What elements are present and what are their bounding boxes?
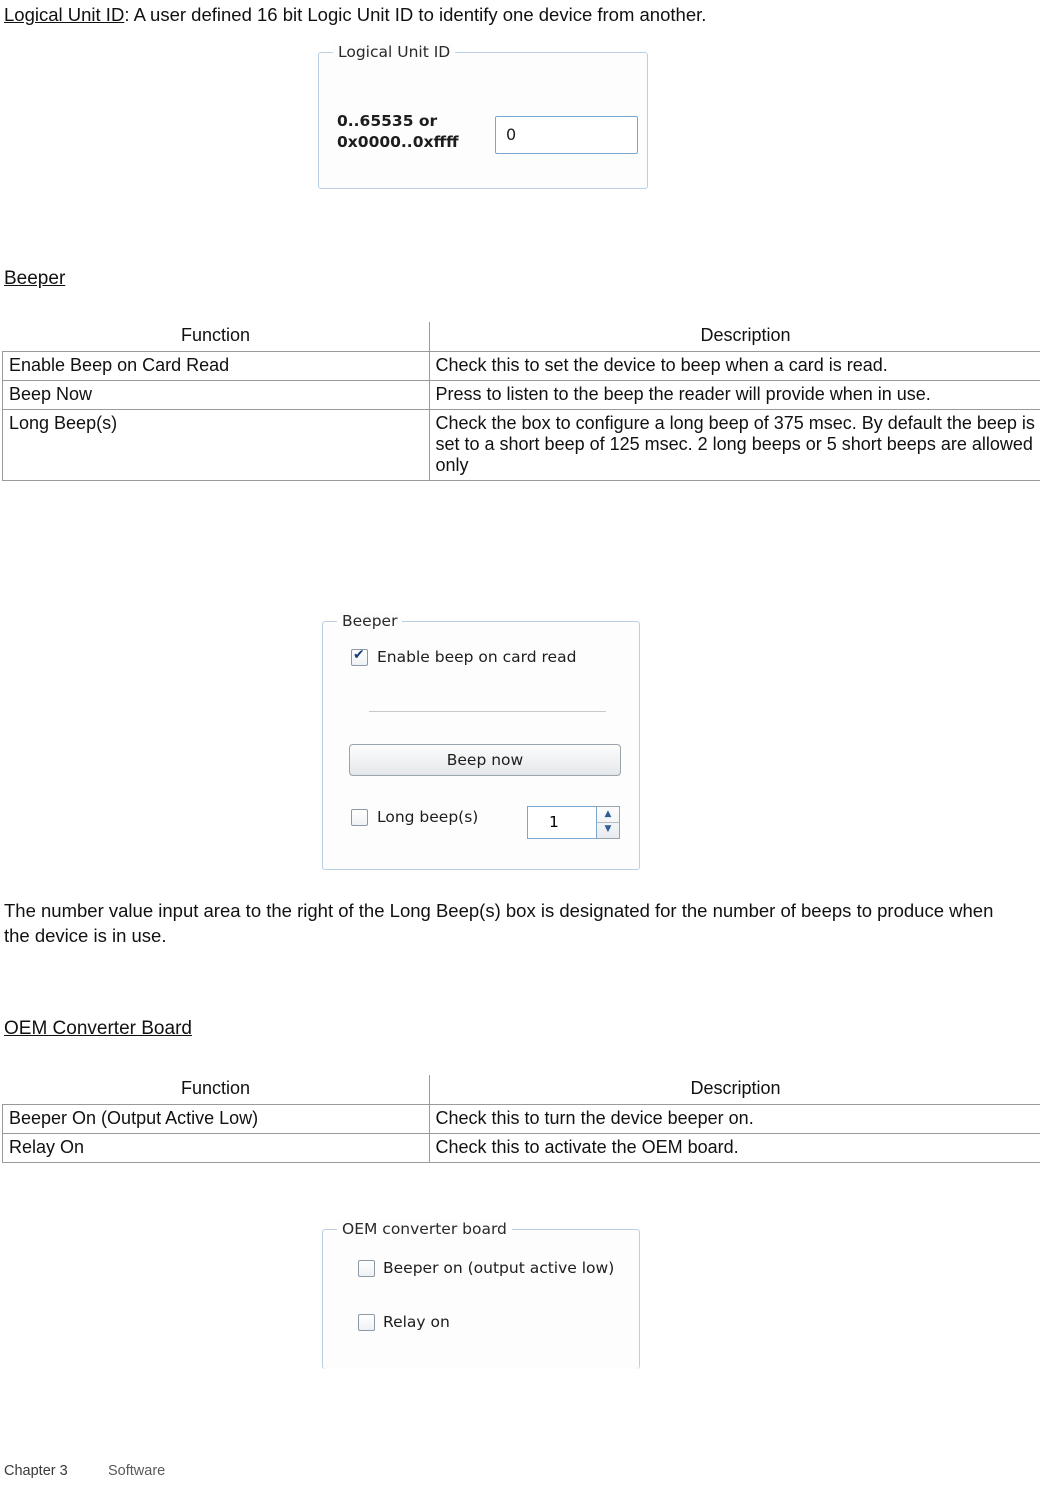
oem-row-0-description: Check this to turn the device beeper on. [428, 1104, 1040, 1134]
spinner-down-arrow-icon[interactable]: ▼ [597, 822, 619, 837]
long-beeps-count-value: 1 [549, 813, 559, 831]
beeper-row-2-function: Long Beep(s) [2, 409, 430, 481]
beeper-row-2-description: Check the box to configure a long beep o… [428, 409, 1040, 481]
table-row: Beeper On (Output Active Low) Check this… [2, 1104, 1040, 1134]
enable-beep-on-card-read-label: Enable beep on card read [377, 648, 577, 666]
beeper-section-heading: Beeper [4, 268, 66, 289]
beeper-on-checkbox[interactable] [358, 1260, 375, 1277]
footer-chapter: Chapter 3 [4, 1463, 68, 1479]
page-footer: Chapter 3 Software [4, 1463, 165, 1479]
intro-text: : A user defined 16 bit Logic Unit ID to… [124, 4, 707, 25]
document-page: Logical Unit ID: A user defined 16 bit L… [0, 0, 1040, 1497]
beeper-group-title: Beeper [337, 612, 403, 630]
number-value-paragraph: The number value input area to the right… [4, 900, 994, 946]
beeper-row-0-function: Enable Beep on Card Read [2, 351, 430, 381]
intro-term: Logical Unit ID [4, 4, 125, 25]
logical-unit-id-input-value: 0 [506, 125, 517, 144]
table-row: Relay On Check this to activate the OEM … [2, 1133, 1040, 1163]
beeper-groupbox: Beeper Enable beep on card read Beep now… [322, 612, 640, 870]
beeper-on-label: Beeper on (output active low) [383, 1259, 615, 1277]
logical-unit-id-input[interactable]: 0 [495, 116, 638, 154]
intro-paragraph: Logical Unit ID: A user defined 16 bit L… [4, 2, 1024, 27]
oem-table: Function Description Beeper On (Output A… [2, 1075, 1040, 1163]
divider [369, 711, 606, 712]
long-beeps-spinner[interactable]: ▲ ▼ [597, 806, 620, 839]
oem-row-0-function: Beeper On (Output Active Low) [2, 1104, 430, 1134]
enable-beep-on-card-read-checkbox[interactable] [351, 647, 368, 666]
oem-table-header-function: Function [2, 1075, 430, 1105]
table-row: Enable Beep on Card Read Check this to s… [2, 351, 1040, 381]
oem-section-heading: OEM Converter Board [4, 1018, 192, 1039]
table-row: Long Beep(s) Check the box to configure … [2, 409, 1040, 481]
footer-section: Software [108, 1463, 166, 1479]
beeper-table: Function Description Enable Beep on Card… [2, 322, 1040, 481]
oem-row-1-description: Check this to activate the OEM board. [428, 1133, 1040, 1163]
beeper-row-0-description: Check this to set the device to beep whe… [428, 351, 1040, 381]
beeper-table-header-function: Function [2, 322, 430, 352]
relay-on-label: Relay on [383, 1313, 450, 1331]
logical-unit-id-groupbox: Logical Unit ID 0..65535 or 0x0000..0xfff… [318, 43, 648, 189]
beeper-table-header-description: Description [429, 322, 1040, 352]
table-header-row: Function Description [2, 1075, 1040, 1105]
beeper-row-1-function: Beep Now [2, 380, 430, 410]
oem-row-1-function: Relay On [2, 1133, 430, 1163]
beep-now-button[interactable]: Beep now [349, 744, 621, 776]
beeper-row-1-description: Press to listen to the beep the reader w… [428, 380, 1040, 410]
logical-unit-id-range-label: 0..65535 or 0x0000..0xffff [337, 112, 459, 151]
relay-on-checkbox[interactable] [358, 1314, 375, 1331]
oem-converter-board-groupbox: OEM converter board Beeper on (output ac… [322, 1220, 640, 1369]
logical-unit-id-group-title: Logical Unit ID [333, 43, 456, 61]
oem-group-title: OEM converter board [337, 1220, 512, 1238]
spinner-up-arrow-icon[interactable]: ▲ [597, 807, 619, 822]
long-beeps-checkbox[interactable] [351, 809, 368, 826]
long-beeps-count-input[interactable]: 1 [527, 806, 597, 839]
oem-table-header-description: Description [429, 1075, 1040, 1105]
table-row: Beep Now Press to listen to the beep the… [2, 380, 1040, 410]
table-header-row: Function Description [2, 322, 1040, 352]
long-beeps-label: Long beep(s) [377, 808, 479, 826]
